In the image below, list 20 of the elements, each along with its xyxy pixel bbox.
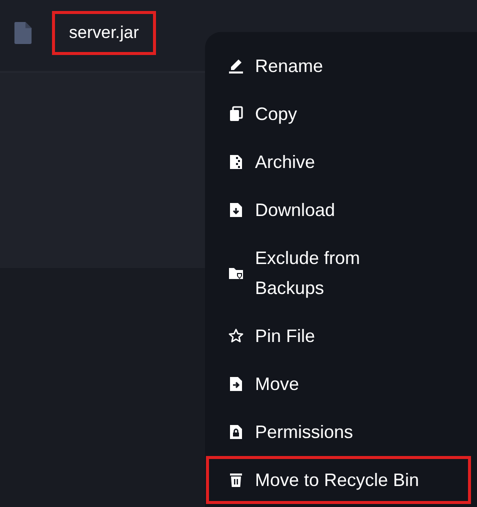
menu-item[interactable]: Permissions bbox=[205, 408, 471, 456]
menu-item[interactable]: Pin File bbox=[205, 312, 471, 360]
download-file-icon bbox=[228, 202, 244, 218]
menu-item[interactable]: Rename bbox=[205, 42, 471, 90]
menu-item[interactable]: Copy bbox=[205, 90, 471, 138]
move-file-icon bbox=[228, 376, 244, 392]
folder-shield-icon bbox=[228, 265, 244, 281]
pencil-icon bbox=[228, 58, 244, 74]
copy-icon bbox=[228, 106, 244, 122]
file-name[interactable]: server.jar bbox=[52, 10, 156, 54]
file-icon bbox=[14, 22, 32, 44]
trash-icon bbox=[228, 472, 244, 488]
lock-file-icon bbox=[228, 424, 244, 440]
menu-item[interactable]: Archive bbox=[205, 138, 471, 186]
menu-item[interactable]: Move to Recycle Bin bbox=[206, 456, 471, 504]
star-icon bbox=[228, 328, 244, 344]
menu-item[interactable]: Exclude from Backups bbox=[205, 234, 471, 312]
menu-item[interactable]: Move bbox=[205, 360, 471, 408]
menu-item[interactable]: Download bbox=[205, 186, 471, 234]
zip-file-icon bbox=[228, 154, 244, 170]
